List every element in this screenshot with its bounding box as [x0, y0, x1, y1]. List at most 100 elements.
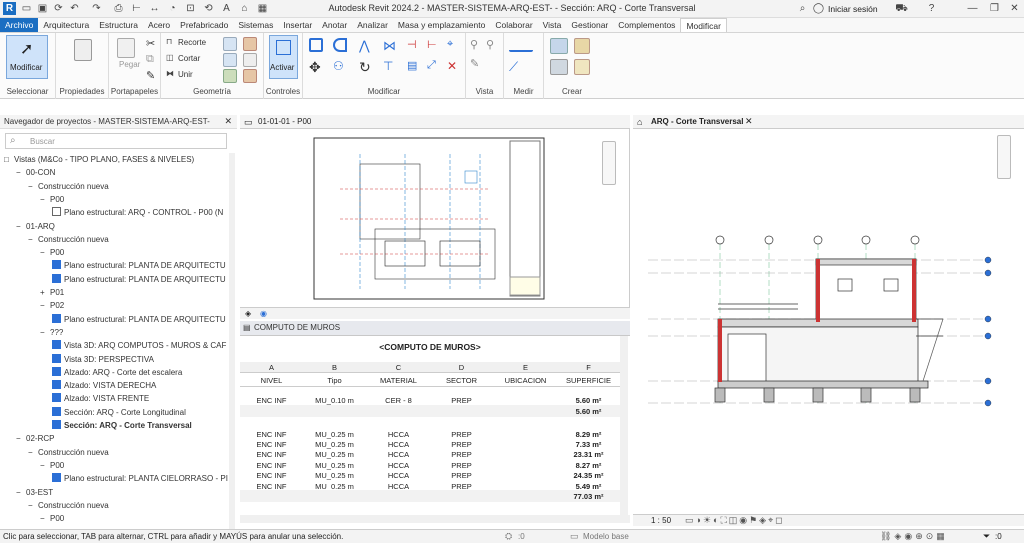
wall-joins-icon[interactable]: [223, 53, 237, 67]
menu-tab-8[interactable]: Analizar: [352, 18, 393, 32]
close-icon[interactable]: ✕: [1008, 2, 1021, 15]
create-assembly-icon[interactable]: [550, 38, 568, 54]
table-cell[interactable]: MU_0.25 m: [303, 430, 366, 439]
tree-item[interactable]: Plano estructural: PLANTA DE ARQUITECTU: [52, 259, 226, 272]
tree-item[interactable]: Plano estructural: ARQ - CONTROL - P00 (…: [52, 206, 223, 219]
override-icon[interactable]: ⚲: [486, 38, 500, 52]
aligned-dimension-icon[interactable]: ⟋: [509, 59, 523, 74]
binoculars-icon[interactable]: ⌕: [796, 2, 809, 15]
expand-toggle-icon[interactable]: −: [28, 446, 38, 459]
table-cell[interactable]: MU_0.25 m: [303, 471, 366, 480]
lamp-icon[interactable]: ◉: [260, 309, 267, 318]
menu-tab-2[interactable]: Estructura: [94, 18, 143, 32]
table-cell[interactable]: HCCA: [367, 450, 430, 459]
browser-scrollbar[interactable]: [229, 153, 235, 529]
table-cell[interactable]: PREP: [430, 450, 493, 459]
tree-item[interactable]: Alzado: ARQ - Corte det escalera: [52, 366, 182, 379]
tree-item[interactable]: − Construcción nueva: [28, 446, 109, 459]
table-cell[interactable]: ENC INF: [240, 396, 303, 405]
expand-toggle-icon[interactable]: −: [40, 512, 50, 525]
menu-tab-10[interactable]: Colaborar: [490, 18, 537, 32]
tree-item[interactable]: − Construcción nueva: [28, 499, 109, 512]
expand-toggle-icon[interactable]: □: [4, 153, 14, 166]
table-cell[interactable]: MU_0.25 m: [303, 461, 366, 470]
table-cell[interactable]: 24.35 m²: [557, 471, 620, 480]
menu-tab-4[interactable]: Prefabricado: [175, 18, 233, 32]
table-cell[interactable]: PREP: [430, 461, 493, 470]
table-cell[interactable]: HCCA: [367, 471, 430, 480]
expand-toggle-icon[interactable]: −: [40, 246, 50, 259]
linework-icon[interactable]: ✎: [470, 57, 484, 71]
tree-item[interactable]: −00-CON: [16, 166, 55, 179]
schedule-scrollbar[interactable]: [620, 336, 628, 515]
signin-link[interactable]: Iniciar sesión: [828, 4, 878, 14]
restore-icon[interactable]: ❐: [988, 2, 1001, 15]
view-tab-sheet[interactable]: ▭ 01-01-01 - P00: [240, 115, 630, 129]
activar-button[interactable]: Activar: [269, 35, 298, 79]
close-tab-icon[interactable]: ✕: [745, 116, 753, 127]
table-cell[interactable]: ENC INF: [240, 430, 303, 439]
unir-button[interactable]: Unir: [178, 70, 193, 79]
table-cell[interactable]: 8.27 m²: [557, 461, 620, 470]
offset-icon[interactable]: [333, 38, 347, 52]
mirror-axis-icon[interactable]: ⋀: [359, 38, 373, 53]
remove-paint-icon[interactable]: [243, 69, 257, 83]
table-cell[interactable]: ENC INF: [240, 440, 303, 449]
column-header[interactable]: SUPERFICIE: [557, 376, 620, 385]
model-icon[interactable]: ▭: [570, 531, 579, 542]
expand-toggle-icon[interactable]: −: [16, 220, 26, 233]
column-header[interactable]: NIVEL: [240, 376, 303, 385]
column-letter[interactable]: C: [367, 363, 430, 372]
mirror-draw-icon[interactable]: ⋈: [383, 38, 397, 53]
worksharing-icon[interactable]: ⛭: [505, 531, 512, 542]
view-tab-section[interactable]: ⌂ ARQ - Corte Transversal ✕: [633, 115, 1024, 129]
properties-icon[interactable]: [74, 39, 92, 61]
copy-elements-icon[interactable]: ⚇: [333, 59, 347, 73]
model-label[interactable]: Modelo base: [583, 532, 629, 541]
scale-icon[interactable]: ⤢: [427, 59, 441, 73]
tree-item[interactable]: Plano estructural: PLANTA DE ARQUITECTU: [52, 313, 226, 326]
column-letter[interactable]: A: [240, 363, 303, 372]
tree-item[interactable]: −01-ARQ: [16, 220, 55, 233]
tree-item[interactable]: − P00: [40, 193, 64, 206]
tree-item[interactable]: Sección: ARQ - Corte Longitudinal: [52, 406, 186, 419]
pin-icon[interactable]: ⌖: [447, 38, 461, 52]
table-cell[interactable]: 77.03 m²: [557, 492, 620, 501]
align-icon[interactable]: [309, 38, 323, 52]
table-cell[interactable]: PREP: [430, 440, 493, 449]
paint-icon[interactable]: [243, 37, 257, 51]
tree-item[interactable]: − P00: [40, 246, 64, 259]
tree-item[interactable]: − P00: [40, 512, 64, 525]
table-cell[interactable]: HCCA: [367, 461, 430, 470]
table-cell[interactable]: HCCA: [367, 430, 430, 439]
menu-tab-9[interactable]: Masa y emplazamiento: [393, 18, 490, 32]
join-icon[interactable]: [223, 69, 237, 83]
create-parts-icon[interactable]: [574, 38, 590, 54]
tree-item[interactable]: − Construcción nueva: [28, 233, 109, 246]
table-cell[interactable]: PREP: [430, 430, 493, 439]
menu-tab-3[interactable]: Acero: [143, 18, 175, 32]
tree-item[interactable]: −???: [40, 326, 63, 339]
expand-toggle-icon[interactable]: −: [16, 166, 26, 179]
table-cell[interactable]: PREP: [430, 471, 493, 480]
column-letter[interactable]: D: [430, 363, 493, 372]
expand-toggle-icon[interactable]: −: [28, 180, 38, 193]
tree-item[interactable]: − P00: [40, 459, 64, 472]
user-icon[interactable]: ◯: [812, 2, 825, 15]
menu-tab-14[interactable]: Modificar: [680, 18, 727, 32]
menu-tab-13[interactable]: Complementos: [613, 18, 680, 32]
table-cell[interactable]: CER - 8: [367, 396, 430, 405]
view-control-icons[interactable]: ▭◑☀◐⛶◫◉⚑◈⌖◻: [685, 515, 785, 526]
minimize-icon[interactable]: —: [966, 2, 979, 15]
cart-icon[interactable]: ⛟: [895, 2, 908, 15]
split-face-icon[interactable]: [223, 37, 237, 51]
match-icon[interactable]: ✎: [146, 69, 155, 82]
tree-item[interactable]: + P01: [40, 286, 64, 299]
rotate-icon[interactable]: ↻: [359, 59, 373, 75]
tree-item[interactable]: −02-RCP: [16, 432, 54, 445]
table-cell[interactable]: 23.31 m²: [557, 450, 620, 459]
tree-item[interactable]: Vista 3D: PERSPECTIVA: [52, 353, 154, 366]
scale-label[interactable]: 1 : 50: [651, 516, 671, 525]
expand-toggle-icon[interactable]: −: [16, 486, 26, 499]
group-label[interactable]: Seleccionar: [0, 87, 55, 96]
